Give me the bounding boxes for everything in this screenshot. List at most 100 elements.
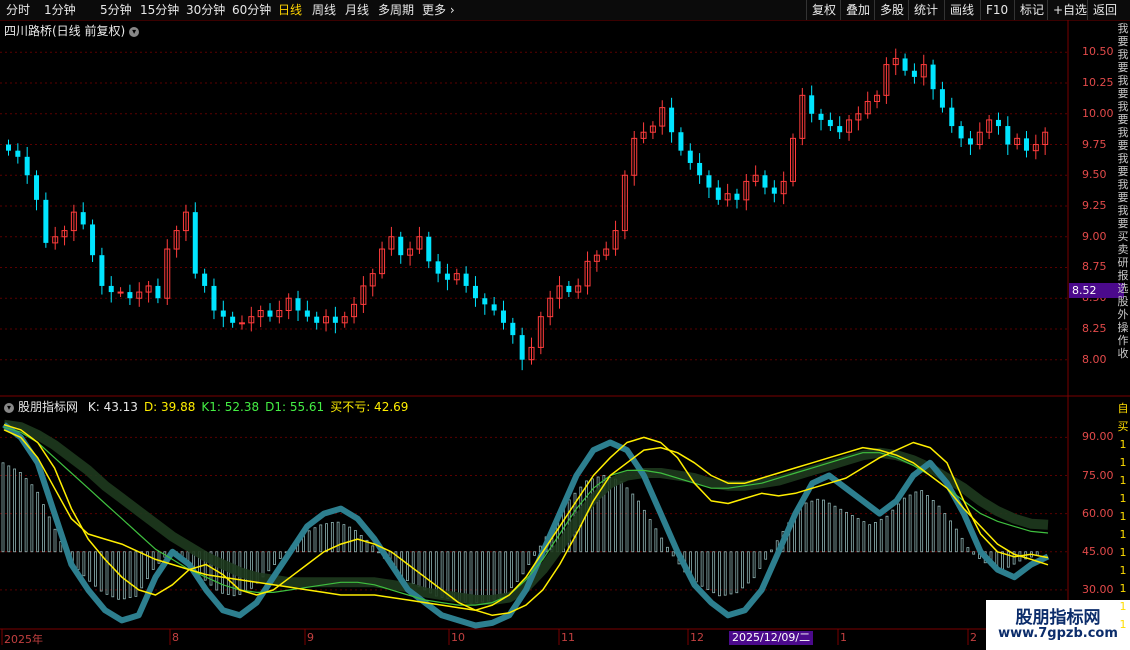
histogram-bar xyxy=(504,551,508,595)
side-strip-lower: 自买 1 1 1 1 1 1 1 1 1 1 1 xyxy=(1116,400,1130,634)
candle-body xyxy=(220,310,226,317)
indicator-value: D1: 55.61 xyxy=(265,400,325,414)
histogram-bar xyxy=(660,537,664,553)
x-tick-label: 2 xyxy=(970,631,977,644)
candle-body xyxy=(911,70,917,77)
price-tick-label: 9.50 xyxy=(1082,168,1107,182)
price-tick-label: 8.25 xyxy=(1082,321,1107,335)
candle-body xyxy=(155,285,161,299)
chart-canvas[interactable] xyxy=(0,0,1130,650)
candle-body xyxy=(127,292,133,299)
candle-body xyxy=(837,126,843,133)
side-panel-strip[interactable]: 我要我要我要我要我要我要我要我要买卖研报选股外操作收 xyxy=(1116,22,1130,392)
histogram-bar xyxy=(822,499,825,553)
histogram-bar xyxy=(307,530,311,553)
histogram-bar xyxy=(700,551,704,587)
side-strip-char: 1 xyxy=(1119,546,1127,559)
price-tick-label: 8.75 xyxy=(1082,260,1107,274)
candle-body xyxy=(949,107,955,127)
histogram-bar xyxy=(839,508,843,553)
candle-body xyxy=(398,236,404,256)
candle-body xyxy=(566,285,572,293)
price-tick-label: 10.00 xyxy=(1082,106,1114,120)
side-strip-char: 我 xyxy=(1117,152,1129,165)
price-tick-label: 10.25 xyxy=(1082,76,1114,90)
cursor-date-tag: 2025/12/09/二 xyxy=(729,631,814,645)
histogram-bar xyxy=(313,527,317,553)
histogram-bar xyxy=(423,551,427,591)
histogram-bar xyxy=(13,468,16,553)
candle-body xyxy=(108,285,114,293)
candle-body xyxy=(500,310,506,323)
side-strip-char: 1 xyxy=(1119,528,1127,541)
candle-body xyxy=(230,316,236,323)
side-strip-char: 我 xyxy=(1117,74,1129,87)
candle-body xyxy=(734,193,740,200)
side-strip-char: 我 xyxy=(1117,100,1129,113)
candle-body xyxy=(706,175,712,188)
candle-body xyxy=(930,64,936,90)
candle-body xyxy=(117,291,124,294)
side-strip-char: 报 xyxy=(1117,269,1129,282)
histogram-bar xyxy=(770,549,773,553)
candle-body xyxy=(34,175,40,200)
histogram-bar xyxy=(706,551,710,591)
candle-body xyxy=(472,285,478,299)
histogram-bar xyxy=(862,521,866,553)
candle-body xyxy=(669,107,675,133)
stock-title[interactable]: 四川路桥(日线 前复权) ▾ xyxy=(4,22,140,39)
histogram-bar xyxy=(36,491,40,553)
side-strip-char: 收 xyxy=(1117,347,1129,360)
candle-body xyxy=(15,150,21,157)
candle-body xyxy=(1023,138,1029,151)
side-strip-char: 要 xyxy=(1117,165,1129,178)
side-strip-char: 1 xyxy=(1119,582,1127,595)
price-tick-label: 8.00 xyxy=(1082,352,1107,366)
side-strip-char: 买 xyxy=(1117,230,1129,243)
histogram-bar xyxy=(885,515,889,553)
candle-body xyxy=(192,212,198,274)
histogram-bar xyxy=(654,528,658,553)
histogram-bar xyxy=(30,484,34,553)
histogram-bar xyxy=(833,505,837,553)
side-strip-char: 自 xyxy=(1117,402,1129,415)
watermark-title: 股朋指标网 xyxy=(1015,608,1101,628)
histogram-bar xyxy=(798,507,802,553)
histogram-bar xyxy=(53,528,57,553)
candle-body xyxy=(90,224,96,256)
candle-body xyxy=(902,58,908,71)
x-tick-label: 2025年 xyxy=(4,633,43,646)
histogram-bar xyxy=(1001,551,1004,570)
stock-title-text: 四川路桥(日线 前复权) xyxy=(4,24,126,38)
histogram-bar xyxy=(741,551,744,589)
candle-body xyxy=(687,150,693,163)
histogram-bar xyxy=(406,551,409,582)
candle-body xyxy=(435,261,441,274)
side-strip-char: 我 xyxy=(1117,178,1129,191)
histogram-bar xyxy=(718,551,721,597)
histogram-bar xyxy=(666,546,669,553)
chevron-down-icon[interactable]: ▾ xyxy=(4,402,14,413)
candle-body xyxy=(697,162,703,176)
histogram-bar xyxy=(729,551,733,595)
side-strip-char: 1 xyxy=(1119,492,1127,505)
candle-body xyxy=(267,310,273,317)
candle-body xyxy=(491,304,497,311)
candle-body xyxy=(444,273,450,280)
indicator-tick-label: 75.00 xyxy=(1082,468,1114,482)
histogram-bar xyxy=(226,551,230,595)
histogram-bar xyxy=(879,518,883,553)
histogram-bar xyxy=(76,551,80,571)
histogram-bar xyxy=(278,551,282,559)
histogram-bar xyxy=(972,551,976,555)
candle-body xyxy=(510,322,516,336)
histogram-bar xyxy=(920,490,924,553)
histogram-bar xyxy=(510,551,513,589)
indicator-tick-label: 30.00 xyxy=(1082,582,1114,596)
candle-body xyxy=(995,119,1001,127)
chevron-down-icon[interactable]: ▾ xyxy=(129,26,140,37)
histogram-bar xyxy=(105,551,109,595)
histogram-bar xyxy=(400,551,404,578)
indicator-bars xyxy=(1,462,1039,604)
side-strip-char: 操 xyxy=(1117,321,1129,334)
